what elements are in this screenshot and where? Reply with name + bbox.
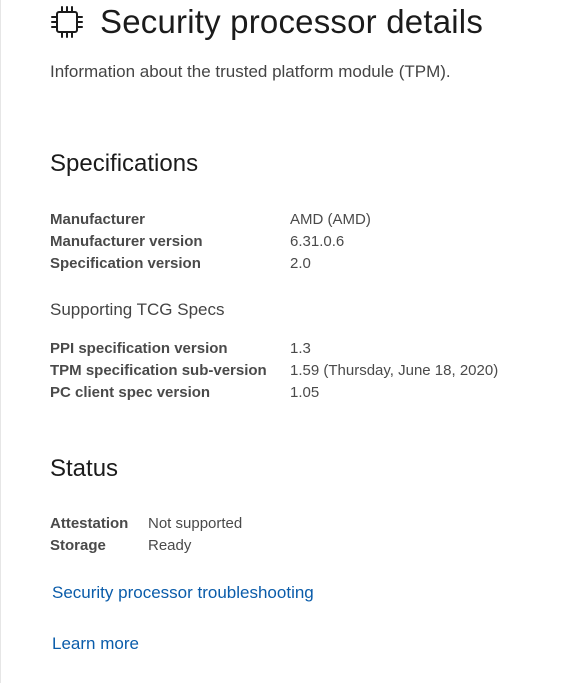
learn-more-link[interactable]: Learn more [52,634,139,654]
status-table: Attestation Not supported Storage Ready [50,512,242,556]
spec-label: Manufacturer version [50,232,203,250]
spec-row-specification-version: Specification version 2.0 [50,252,371,274]
spec-row-manufacturer: Manufacturer AMD (AMD) [50,208,371,230]
tcg-row-pc-client: PC client spec version 1.05 [50,381,498,403]
page-title: Security processor details [100,3,484,40]
spec-value: 2.0 [290,254,311,272]
status-heading: Status [50,455,119,482]
spec-value: 6.31.0.6 [290,232,345,250]
tcg-label: PC client spec version [50,383,211,401]
tcg-value: 1.3 [290,339,311,357]
spec-label: Manufacturer [50,210,146,228]
troubleshooting-link[interactable]: Security processor troubleshooting [52,583,314,603]
tcg-specs-heading: Supporting TCG Specs [50,300,225,319]
specifications-table: Manufacturer AMD (AMD) Manufacturer vers… [50,208,371,274]
chip-icon [51,6,83,38]
tcg-label: PPI specification version [50,339,228,357]
status-row-storage: Storage Ready [50,534,242,556]
tcg-row-ppi: PPI specification version 1.3 [50,337,498,359]
page-header: Security processor details [50,2,483,42]
status-label: Storage [50,536,106,554]
spec-value: AMD (AMD) [290,210,371,228]
tcg-row-tpm-sub-version: TPM specification sub-version 1.59 (Thur… [50,359,498,381]
tcg-label: TPM specification sub-version [50,361,267,379]
status-row-attestation: Attestation Not supported [50,512,242,534]
status-value: Ready [148,536,192,554]
specifications-heading: Specifications [50,150,199,177]
tcg-value: 1.05 [290,383,320,401]
spec-row-manufacturer-version: Manufacturer version 6.31.0.6 [50,230,371,252]
tcg-specs-table: PPI specification version 1.3 TPM specif… [50,337,498,403]
page-subtitle: Information about the trusted platform m… [50,62,451,81]
status-value: Not supported [148,514,243,532]
window-left-edge [0,0,1,683]
status-label: Attestation [50,514,129,532]
tcg-value: 1.59 (Thursday, June 18, 2020) [290,361,499,379]
spec-label: Specification version [50,254,201,272]
